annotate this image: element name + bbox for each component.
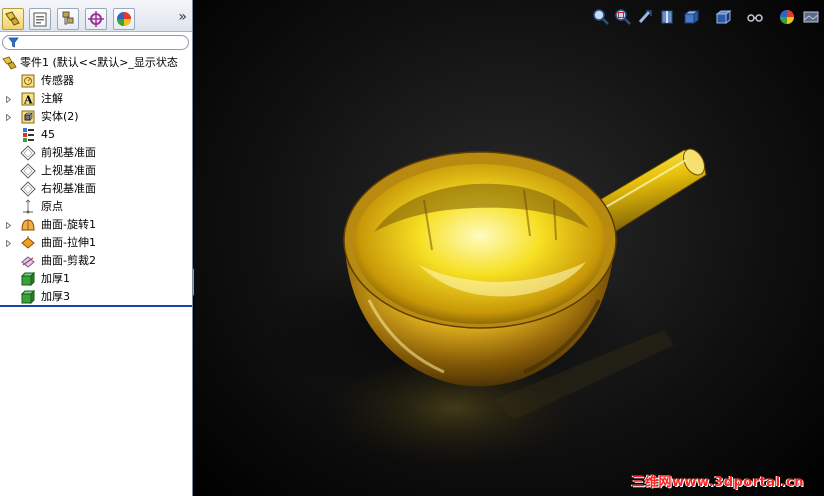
featuremanager-tab-icon[interactable]: [2, 8, 24, 30]
zoom-to-fit-icon[interactable]: [592, 8, 610, 26]
solid-bodies-icon: [20, 109, 36, 125]
sensor-icon: [20, 73, 36, 89]
feature-tree: 零件1 (默认<<默认>_显示状态传感器 A 注解实体(2) 45 前视基准面上视基准面…: [0, 54, 192, 306]
display-manager-tab-icon[interactable]: [113, 8, 135, 30]
apply-scene-icon[interactable]: [802, 8, 820, 26]
thicken-icon: [20, 271, 36, 287]
panel-tab-bar: »: [0, 0, 192, 32]
configurationmanager-tab-icon[interactable]: [57, 8, 79, 30]
tree-item[interactable]: 45: [0, 126, 192, 144]
filter-icon: [8, 37, 19, 48]
origin-icon: [20, 199, 36, 215]
tree-item-label: 注解: [41, 92, 63, 105]
tree-item[interactable]: 曲面-旋转1: [0, 216, 192, 234]
plane-icon: [20, 145, 36, 161]
surface-trim-icon: [20, 253, 36, 269]
graphics-area[interactable]: 三维网www.3dportal.cn: [194, 0, 824, 496]
tree-item[interactable]: 曲面-剪裁2: [0, 252, 192, 270]
zoom-to-area-icon[interactable]: [614, 8, 632, 26]
view-orientation-icon[interactable]: [682, 8, 700, 26]
previous-view-icon[interactable]: [636, 8, 654, 26]
tree-item[interactable]: 传感器: [0, 72, 192, 90]
rollback-bar[interactable]: [0, 305, 192, 307]
plane-icon: [20, 181, 36, 197]
tree-root-part[interactable]: 零件1 (默认<<默认>_显示状态: [0, 54, 192, 72]
display-style-icon[interactable]: [714, 8, 732, 26]
thicken-icon: [20, 289, 36, 305]
expand-arrow-icon[interactable]: [5, 96, 12, 103]
section-view-icon[interactable]: [658, 8, 676, 26]
expand-arrow-icon[interactable]: [5, 240, 12, 247]
tree-item[interactable]: 曲面-拉伸1: [0, 234, 192, 252]
material-icon: [20, 127, 36, 143]
tree-item-label: 45: [41, 128, 55, 141]
plane-icon: [20, 163, 36, 179]
tree-item[interactable]: 加厚1: [0, 270, 192, 288]
tree-item-label: 曲面-旋转1: [41, 218, 96, 231]
tree-item[interactable]: 右视基准面: [0, 180, 192, 198]
tree-item-label: 曲面-拉伸1: [41, 236, 96, 249]
surface-revolve-icon: [20, 217, 36, 233]
tree-item-label: 前视基准面: [41, 146, 96, 159]
tree-item[interactable]: 上视基准面: [0, 162, 192, 180]
part-icon: [2, 55, 18, 71]
tree-item-label: 原点: [41, 200, 63, 213]
annotation-icon: A: [20, 91, 36, 107]
heads-up-toolbar: [592, 6, 824, 28]
tree-item[interactable]: 前视基准面: [0, 144, 192, 162]
tree-item[interactable]: A 注解: [0, 90, 192, 108]
surface-extrude-icon: [20, 235, 36, 251]
feature-manager-panel: » 零件1 (默认<<默认>_显示状态传感器 A 注解实体(2) 45 前视基准面上视基…: [0, 0, 193, 496]
tree-root-label: 零件1 (默认<<默认>_显示状态: [20, 56, 178, 69]
edit-appearance-icon[interactable]: [778, 8, 796, 26]
tree-filter-input[interactable]: [2, 35, 189, 50]
tree-item-label: 加厚1: [41, 272, 70, 285]
propertymanager-tab-icon[interactable]: [29, 8, 51, 30]
tree-item-label: 传感器: [41, 74, 74, 87]
expand-arrow-icon[interactable]: [5, 222, 12, 229]
watermark-text: 三维网www.3dportal.cn: [631, 475, 804, 490]
expand-arrow-icon[interactable]: [5, 114, 12, 121]
tree-item-label: 上视基准面: [41, 164, 96, 177]
dimxpert-tab-icon[interactable]: [85, 8, 107, 30]
svg-text:A: A: [23, 94, 33, 107]
tree-item-label: 右视基准面: [41, 182, 96, 195]
collapse-panel-icon[interactable]: »: [178, 10, 187, 24]
ladle-model[interactable]: [194, 0, 824, 496]
tree-item[interactable]: 加厚3: [0, 288, 192, 306]
tree-item[interactable]: 原点: [0, 198, 192, 216]
tree-item[interactable]: 实体(2): [0, 108, 192, 126]
tree-item-label: 曲面-剪裁2: [41, 254, 96, 267]
tree-item-label: 实体(2): [41, 110, 79, 123]
hide-show-items-icon[interactable]: [746, 8, 764, 26]
tree-item-label: 加厚3: [41, 290, 70, 303]
